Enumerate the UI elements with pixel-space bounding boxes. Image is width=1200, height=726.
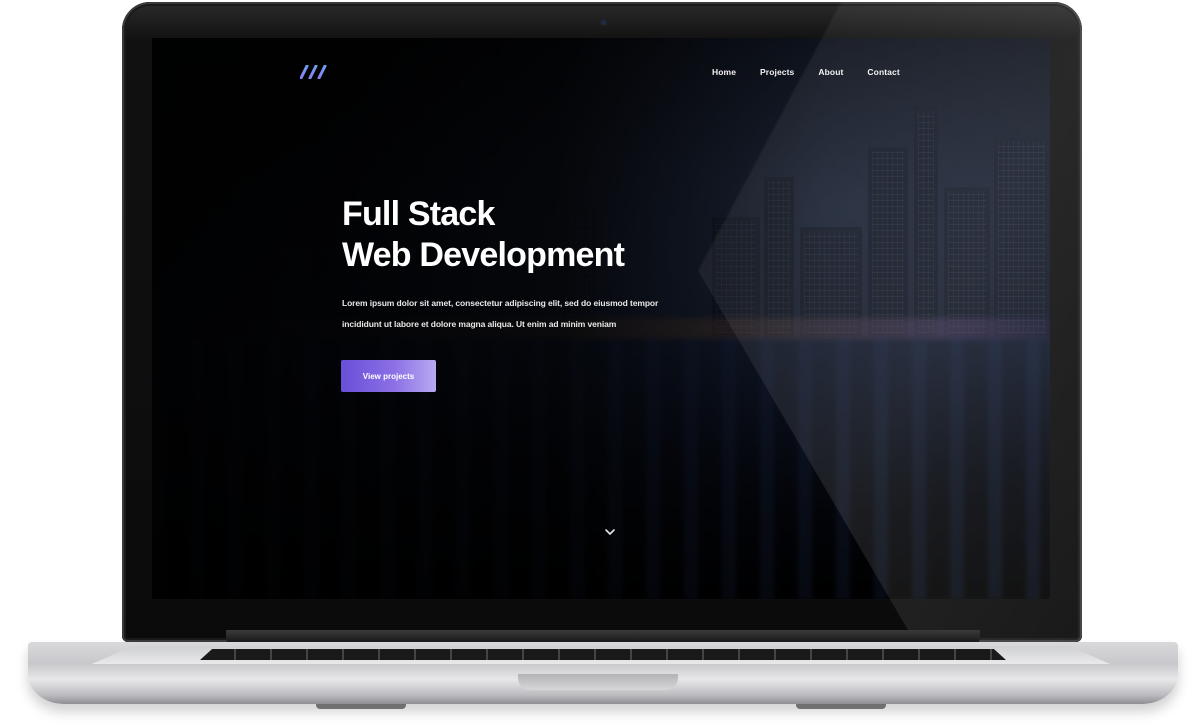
nav-item-about[interactable]: About — [818, 67, 843, 77]
nav-item-contact[interactable]: Contact — [867, 67, 899, 77]
chevron-down-icon[interactable] — [603, 526, 617, 538]
logo-mark-icon[interactable] — [300, 65, 330, 79]
laptop-foot-right — [796, 704, 886, 709]
main-nav: Home Projects About Contact — [712, 67, 900, 77]
keyboard-keys — [200, 649, 1006, 660]
hero-description-line-1: Lorem ipsum dolor sit amet, consectetur … — [342, 298, 659, 308]
nav-item-home[interactable]: Home — [712, 67, 736, 77]
hero-description-line-2: incididunt ut labore et dolore magna ali… — [342, 319, 617, 329]
lid-notch — [518, 674, 678, 690]
camera-icon — [601, 20, 606, 25]
hero-description: Lorem ipsum dolor sit amet, consectetur … — [342, 293, 662, 335]
nav-item-projects[interactable]: Projects — [760, 67, 794, 77]
hero-title-line-1: Full Stack — [342, 195, 495, 233]
hero-title-line-2: Web Development — [342, 236, 625, 274]
hero-title: Full Stack Web Development — [342, 194, 625, 276]
laptop-foot-left — [316, 704, 406, 709]
view-projects-button[interactable]: View projects — [341, 360, 436, 392]
laptop-mockup: Home Projects About Contact Full Stack W… — [0, 0, 1200, 726]
website-screen: Home Projects About Contact Full Stack W… — [152, 38, 1050, 599]
